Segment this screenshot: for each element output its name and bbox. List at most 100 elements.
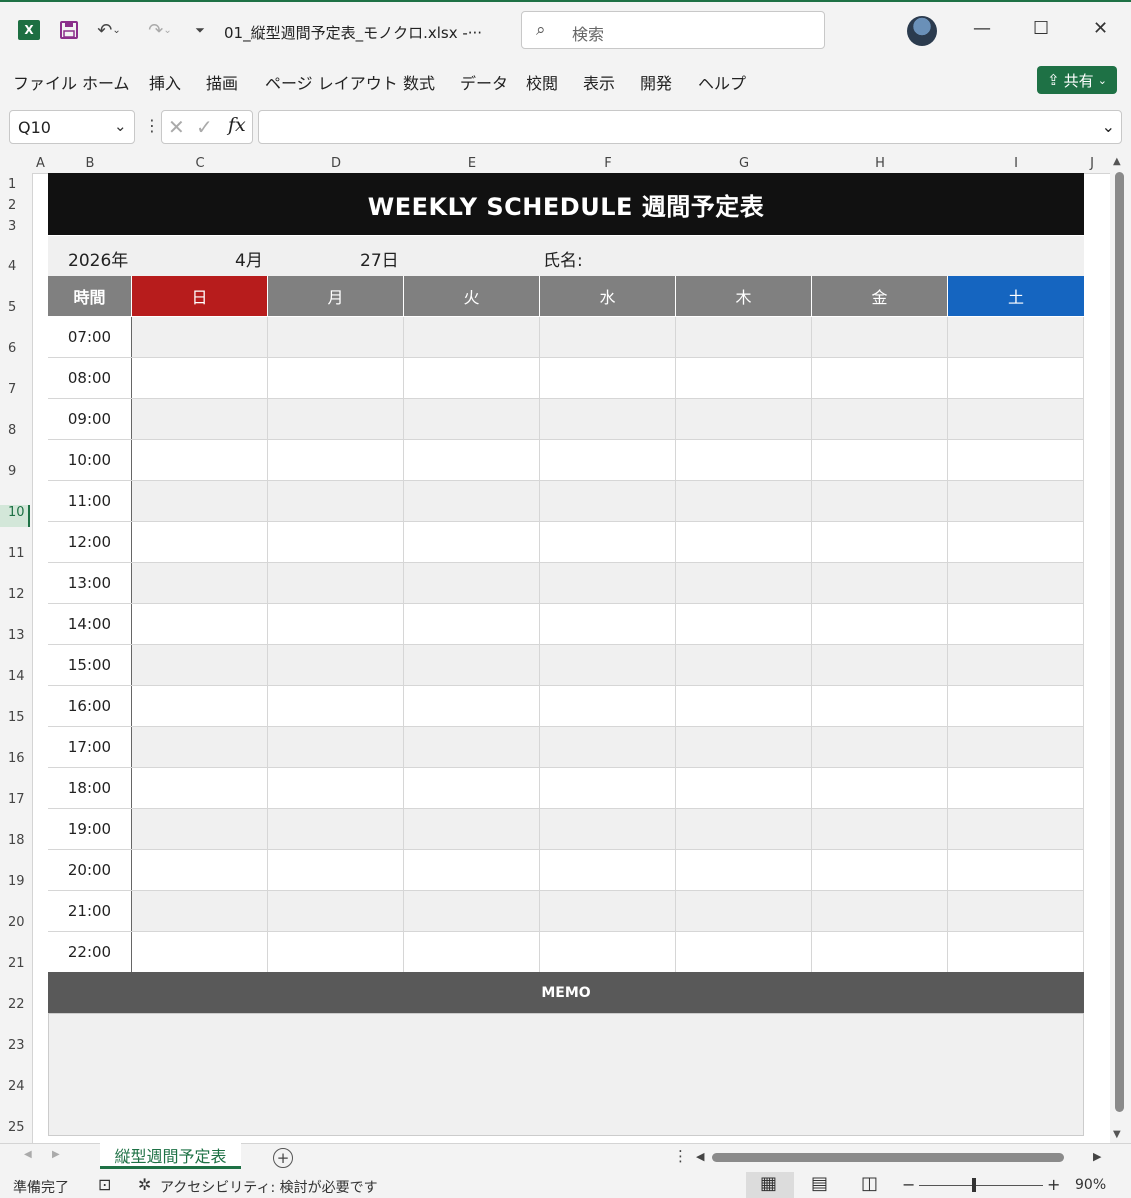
sheet-tab-active[interactable]: 縦型週間予定表 <box>100 1143 241 1169</box>
row-header[interactable]: 24 <box>0 1079 30 1094</box>
schedule-cell[interactable] <box>268 932 404 973</box>
memo-header[interactable]: MEMO <box>48 972 1084 1013</box>
schedule-cell[interactable] <box>676 891 812 932</box>
schedule-cell[interactable] <box>540 645 676 686</box>
cancel-icon[interactable]: ✕ <box>168 115 185 139</box>
schedule-cell[interactable] <box>676 727 812 768</box>
schedule-cell[interactable] <box>812 686 948 727</box>
schedule-cell[interactable] <box>812 563 948 604</box>
schedule-cell[interactable] <box>268 563 404 604</box>
schedule-cell[interactable] <box>540 850 676 891</box>
schedule-cell[interactable] <box>948 850 1084 891</box>
row-header[interactable]: 11 <box>0 546 30 561</box>
scroll-right-icon[interactable]: ▶ <box>1093 1150 1101 1163</box>
schedule-cell[interactable] <box>676 358 812 399</box>
schedule-cell[interactable] <box>268 768 404 809</box>
maximize-icon[interactable]: ☐ <box>1033 18 1049 39</box>
column-header-a[interactable]: A <box>33 156 48 171</box>
schedule-cell[interactable] <box>948 891 1084 932</box>
schedule-cell[interactable] <box>540 768 676 809</box>
time-label[interactable]: 17:00 <box>48 727 132 767</box>
row-header[interactable]: 1 <box>0 177 30 192</box>
menu-review[interactable]: 校閲 <box>526 70 558 94</box>
schedule-cell[interactable] <box>404 850 540 891</box>
scroll-down-icon[interactable]: ▼ <box>1113 1129 1121 1140</box>
schedule-cell[interactable] <box>676 809 812 850</box>
row-header[interactable]: 6 <box>0 341 30 356</box>
schedule-cell[interactable] <box>676 481 812 522</box>
schedule-cell[interactable] <box>540 891 676 932</box>
time-label[interactable]: 19:00 <box>48 809 132 849</box>
schedule-cell[interactable] <box>404 481 540 522</box>
schedule-cell[interactable] <box>404 809 540 850</box>
schedule-cell[interactable] <box>676 686 812 727</box>
page-break-view-icon[interactable]: ◫ <box>861 1173 878 1194</box>
schedule-cell[interactable] <box>268 522 404 563</box>
column-header-e[interactable]: E <box>404 156 540 171</box>
schedule-cell[interactable] <box>948 604 1084 645</box>
memo-area[interactable] <box>48 1013 1084 1136</box>
schedule-cell[interactable] <box>676 522 812 563</box>
schedule-cell[interactable] <box>540 604 676 645</box>
column-header-h[interactable]: H <box>812 156 948 171</box>
schedule-title[interactable]: WEEKLY SCHEDULE 週間予定表 <box>48 173 1084 235</box>
schedule-cell[interactable] <box>404 522 540 563</box>
schedule-cell[interactable] <box>132 645 268 686</box>
schedule-cell[interactable] <box>268 727 404 768</box>
time-label[interactable]: 13:00 <box>48 563 132 603</box>
schedule-cell[interactable] <box>404 563 540 604</box>
column-header-c[interactable]: C <box>132 156 268 171</box>
schedule-cell[interactable] <box>132 604 268 645</box>
row-header[interactable]: 22 <box>0 997 30 1012</box>
schedule-cell[interactable] <box>268 440 404 481</box>
schedule-cell[interactable] <box>404 645 540 686</box>
schedule-cell[interactable] <box>540 522 676 563</box>
time-label[interactable]: 14:00 <box>48 604 132 644</box>
menu-page-layout[interactable]: ページ レイアウト <box>265 70 398 94</box>
schedule-cell[interactable] <box>268 358 404 399</box>
name-box[interactable]: Q10 ⌄ <box>9 110 135 144</box>
row-header[interactable]: 9 <box>0 464 30 479</box>
schedule-cell[interactable] <box>948 522 1084 563</box>
name-label[interactable]: 氏名: <box>543 246 583 271</box>
search-box[interactable]: ⌕ 検索 <box>521 11 825 49</box>
schedule-cell[interactable] <box>404 440 540 481</box>
schedule-cell[interactable] <box>540 809 676 850</box>
schedule-cell[interactable] <box>812 768 948 809</box>
schedule-cell[interactable] <box>404 727 540 768</box>
schedule-cell[interactable] <box>812 891 948 932</box>
time-label[interactable]: 08:00 <box>48 358 132 398</box>
schedule-cell[interactable] <box>132 481 268 522</box>
schedule-cell[interactable] <box>132 686 268 727</box>
menu-data[interactable]: データ <box>460 70 508 94</box>
customize-toolbar-icon[interactable]: ⏷ <box>192 18 208 42</box>
column-header-j[interactable]: J <box>1084 156 1100 171</box>
share-button[interactable]: ⇪ 共有 ⌄ <box>1037 66 1117 94</box>
schedule-cell[interactable] <box>404 604 540 645</box>
schedule-cell[interactable] <box>812 481 948 522</box>
schedule-cell[interactable] <box>540 399 676 440</box>
schedule-cell[interactable] <box>132 563 268 604</box>
schedule-cell[interactable] <box>812 399 948 440</box>
row-header[interactable]: 8 <box>0 423 30 438</box>
schedule-cell[interactable] <box>812 932 948 973</box>
schedule-cell[interactable] <box>812 645 948 686</box>
menu-draw[interactable]: 描画 <box>206 70 238 94</box>
row-header[interactable]: 14 <box>0 669 30 684</box>
schedule-cell[interactable] <box>676 850 812 891</box>
schedule-cell[interactable] <box>540 563 676 604</box>
schedule-cell[interactable] <box>540 932 676 973</box>
day-header-friday[interactable]: 金 <box>812 276 948 316</box>
schedule-cell[interactable] <box>132 399 268 440</box>
schedule-cell[interactable] <box>676 645 812 686</box>
tab-next-icon[interactable]: ▶ <box>52 1149 60 1160</box>
schedule-cell[interactable] <box>948 399 1084 440</box>
schedule-cell[interactable] <box>676 440 812 481</box>
macro-record-icon[interactable]: ⊡ <box>98 1175 111 1194</box>
time-label[interactable]: 11:00 <box>48 481 132 521</box>
time-label[interactable]: 07:00 <box>48 317 132 357</box>
schedule-cell[interactable] <box>676 317 812 358</box>
schedule-cell[interactable] <box>676 768 812 809</box>
schedule-cell[interactable] <box>948 809 1084 850</box>
zoom-slider-thumb[interactable] <box>972 1178 976 1192</box>
